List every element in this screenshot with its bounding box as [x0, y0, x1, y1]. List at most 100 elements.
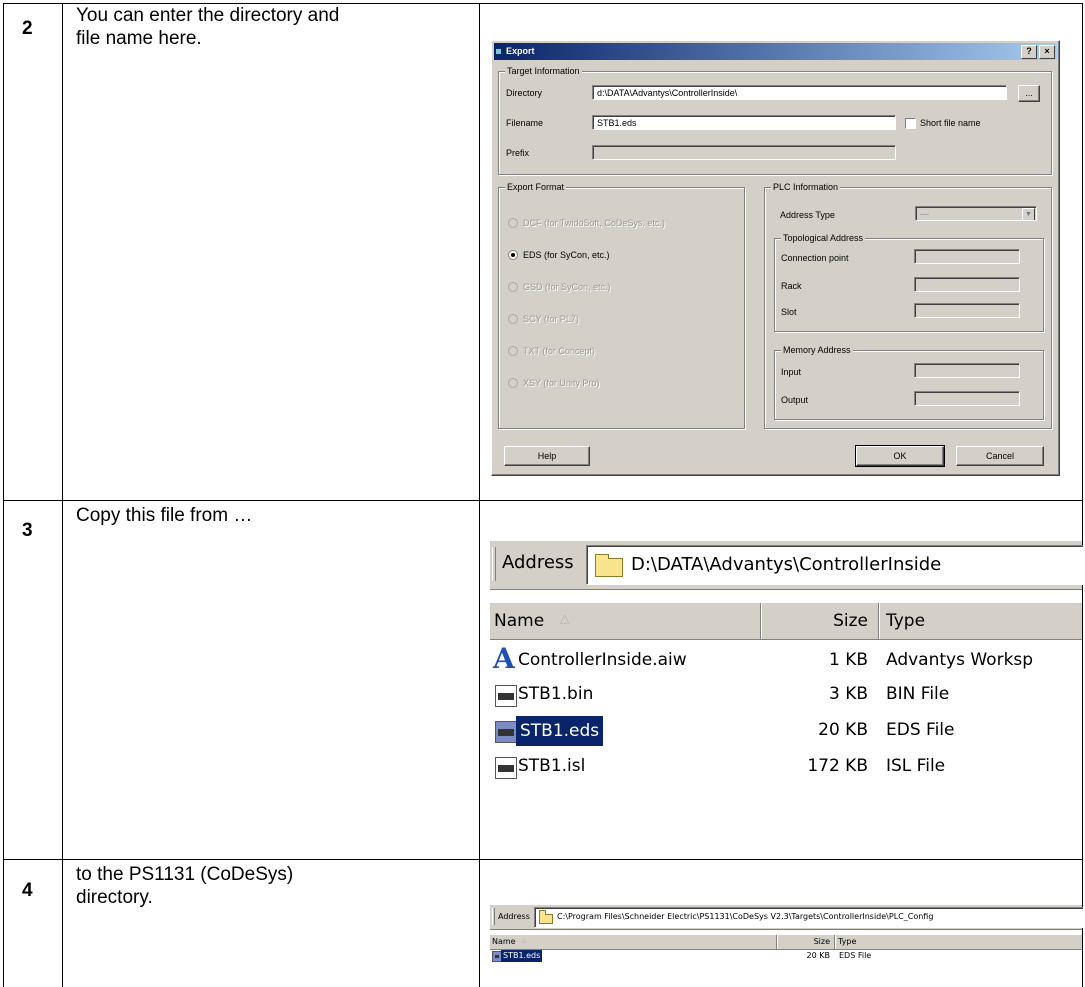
chevron-down-icon[interactable]: ▼ — [1022, 208, 1035, 220]
format-label: SCY (for PL7) — [523, 314, 579, 324]
file-row[interactable]: A ControllerInside.aiw 1 KB Advantys Wor… — [490, 644, 1082, 676]
format-radio[interactable] — [508, 378, 518, 388]
dialog-title: Export — [506, 46, 535, 56]
file-row[interactable]: STB1.isl 172 KB ISL File — [490, 752, 1082, 782]
address-label: Address — [498, 912, 530, 921]
group-label: PLC Information — [771, 182, 841, 192]
column-size-label: Size — [813, 937, 830, 946]
format-label: XSY (for Unity Pro) — [523, 378, 600, 388]
group-label: Memory Address — [781, 345, 853, 355]
prefix-field[interactable] — [592, 145, 896, 160]
table-col-divider — [62, 3, 63, 987]
file-icon — [495, 757, 517, 779]
file-icon — [495, 685, 517, 707]
file-size: 172 KB — [807, 756, 868, 776]
cancel-button[interactable]: Cancel — [956, 446, 1044, 466]
file-size: 1 KB — [828, 650, 868, 670]
explorer-window-destination: Address C:\Program Files\Schneider Elect… — [490, 904, 1083, 964]
format-radio[interactable] — [508, 218, 518, 228]
dialog-titlebar[interactable]: Export ? × — [494, 43, 1057, 60]
file-type: EDS File — [839, 951, 872, 960]
folder-icon — [595, 554, 623, 577]
file-row[interactable]: STB1.bin 3 KB BIN File — [490, 680, 1082, 710]
column-size-label: Size — [833, 611, 868, 631]
file-name: STB1.isl — [518, 756, 586, 776]
column-name[interactable]: Name △ — [490, 603, 761, 639]
app-icon — [496, 49, 501, 54]
group-label: Topological Address — [781, 233, 866, 243]
sort-ascending-icon: △ — [560, 611, 570, 625]
toolbar-grip[interactable] — [492, 547, 496, 581]
rack-label: Rack — [781, 281, 802, 291]
address-label: Address — [502, 552, 574, 573]
directory-field[interactable]: d:\DATA\Advantys\ControllerInside\ — [592, 85, 1007, 100]
connection-point-field[interactable] — [914, 249, 1020, 264]
file-name: STB1.eds — [501, 950, 543, 962]
browse-button[interactable]: ... — [1018, 85, 1040, 102]
help-button[interactable]: Help — [504, 446, 590, 466]
ok-button[interactable]: OK — [855, 445, 945, 467]
column-size[interactable]: Size — [776, 935, 835, 949]
group-label: Export Format — [505, 182, 567, 192]
column-size[interactable]: Size — [760, 603, 879, 639]
group-label: Target Information — [505, 66, 582, 76]
plc-information-group: PLC Information Address Type --- ▼ Topol… — [764, 182, 1052, 429]
slot-label: Slot — [781, 307, 797, 317]
toolbar-grip[interactable] — [492, 908, 495, 925]
address-field[interactable]: C:\Program Files\Schneider Electric\PS11… — [534, 907, 1083, 928]
format-label: TXT (for Concept) — [523, 346, 595, 356]
filename-label: Filename — [506, 118, 544, 128]
file-name: STB1.bin — [518, 684, 594, 704]
file-type: ISL File — [886, 756, 946, 776]
format-radio[interactable] — [508, 314, 518, 324]
address-bar: Address D:\DATA\Advantys\ControllerInsid… — [490, 540, 1083, 590]
step-description: to the PS1131 (CoDeSys) directory. — [76, 864, 294, 908]
file-size: 20 KB — [818, 720, 868, 740]
file-size: 3 KB — [828, 684, 868, 704]
file-type: EDS File — [886, 720, 955, 740]
column-header: Name △ Size Type — [490, 934, 1082, 950]
slot-field[interactable] — [914, 303, 1020, 318]
format-radio[interactable] — [508, 346, 518, 356]
export-dialog: Export ? × Target Information Directory … — [491, 40, 1060, 476]
file-name: ControllerInside.aiw — [518, 650, 687, 670]
column-header: Name △ Size Type — [490, 602, 1082, 640]
column-type-label: Type — [838, 937, 857, 946]
file-type: BIN File — [886, 684, 950, 704]
help-icon[interactable]: ? — [1021, 45, 1037, 59]
column-type-label: Type — [886, 611, 926, 631]
step-description: You can enter the directory and file nam… — [76, 5, 340, 49]
table-row-divider — [3, 859, 1083, 860]
input-field[interactable] — [914, 363, 1020, 378]
close-icon[interactable]: × — [1039, 45, 1055, 59]
column-name[interactable]: Name △ — [490, 935, 777, 949]
address-path: C:\Program Files\Schneider Electric\PS11… — [557, 912, 934, 921]
format-radio[interactable] — [508, 282, 518, 292]
output-field[interactable] — [914, 391, 1020, 406]
short-file-name-checkbox[interactable] — [905, 118, 916, 129]
file-name: STB1.eds — [516, 716, 604, 746]
export-format-group: Export Format DCF (for TwidoSoft, CoDeSy… — [498, 182, 745, 429]
format-label: GSD (for SyCon, etc.) — [523, 282, 611, 292]
file-icon — [495, 721, 517, 743]
address-type-select[interactable]: --- ▼ — [915, 206, 1037, 221]
step-number: 2 — [22, 18, 33, 39]
file-row-selected[interactable]: STB1.eds 20 KB EDS File — [490, 716, 1082, 746]
format-radio[interactable] — [508, 250, 518, 260]
file-type: Advantys Worksp — [886, 650, 1034, 670]
table-row-divider — [3, 500, 1083, 501]
column-type[interactable]: Type — [878, 603, 1082, 639]
address-field[interactable]: D:\DATA\Advantys\ControllerInside — [586, 545, 1083, 585]
sort-ascending-icon: △ — [522, 937, 527, 944]
file-row-selected[interactable]: STB1.eds 20 KB EDS File — [490, 950, 1082, 962]
folder-icon — [539, 910, 553, 924]
step-number: 3 — [22, 520, 33, 541]
table-border-right — [1082, 3, 1083, 987]
filename-field[interactable]: STB1.eds — [592, 115, 896, 130]
memory-address-group: Memory Address Input Output — [774, 345, 1044, 420]
column-name-label: Name — [492, 937, 516, 946]
rack-field[interactable] — [914, 277, 1020, 292]
table-border-left — [3, 3, 4, 987]
input-label: Input — [781, 367, 802, 377]
column-type[interactable]: Type — [834, 935, 1082, 949]
